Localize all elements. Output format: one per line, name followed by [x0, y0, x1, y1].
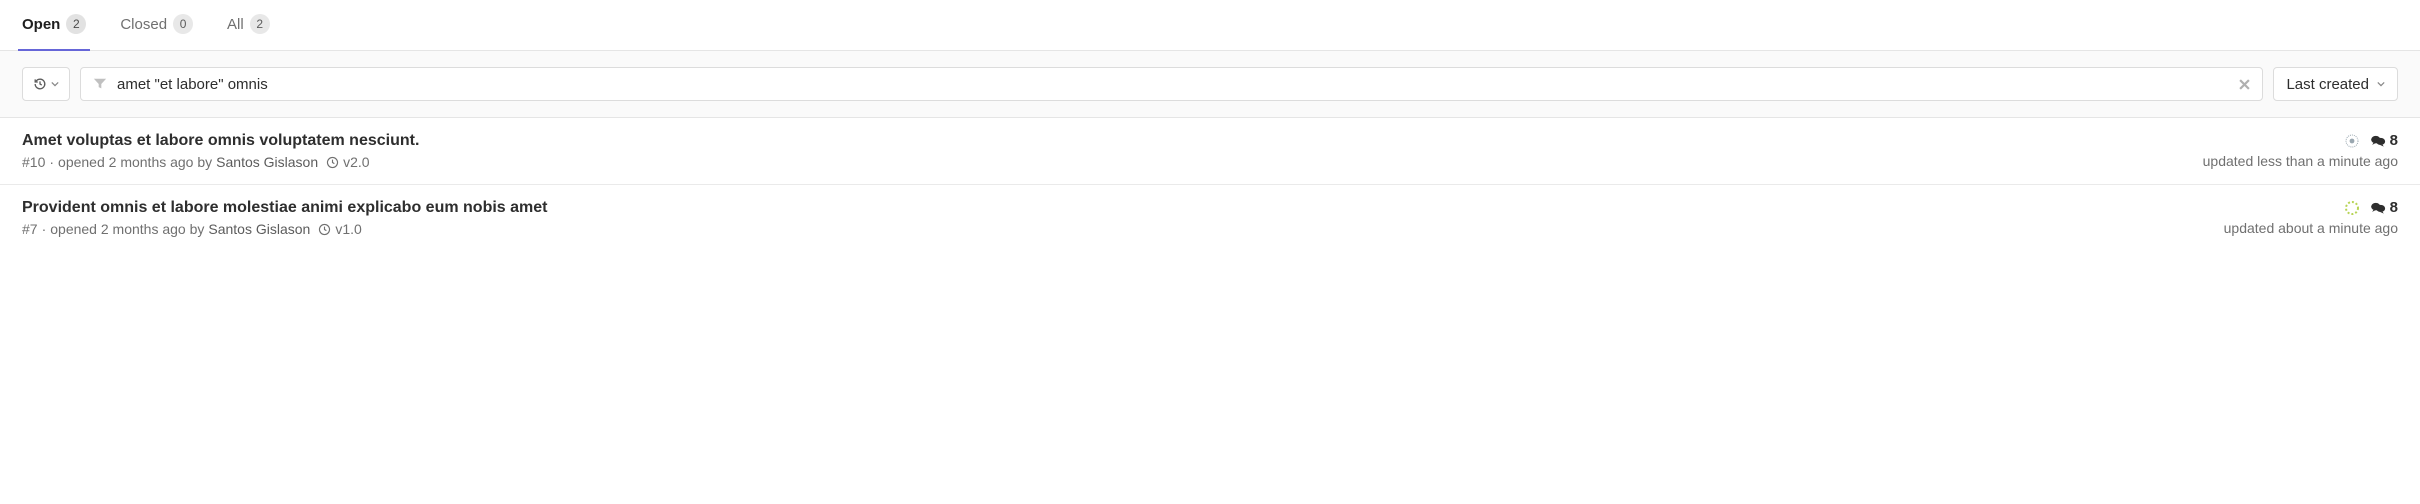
tab-open[interactable]: Open 2	[22, 0, 86, 50]
issue-ref: #7	[22, 221, 38, 237]
issue-title-link[interactable]: Provident omnis et labore molestiae anim…	[22, 199, 547, 217]
milestone-label: v1.0	[335, 221, 361, 237]
issue-milestone[interactable]: v2.0	[326, 154, 369, 170]
sort-label: Last created	[2286, 76, 2369, 93]
health-status-icon	[2344, 133, 2360, 149]
recent-searches-button[interactable]	[22, 67, 70, 101]
issue-opened-text: opened 2 months ago by	[50, 221, 204, 237]
issue-opened-text: opened 2 months ago by	[58, 154, 212, 170]
open-status-icon	[2344, 200, 2360, 216]
chevron-down-icon	[51, 80, 59, 88]
clock-icon	[326, 156, 339, 169]
search-field-wrap	[80, 67, 2263, 101]
tab-all-count: 2	[250, 14, 270, 34]
issue-row: Provident omnis et labore molestiae anim…	[0, 185, 2420, 251]
comments-icon	[2370, 201, 2386, 215]
filter-bar: Last created	[0, 51, 2420, 118]
tab-closed-label: Closed	[120, 16, 167, 33]
comments-link[interactable]: 8	[2370, 199, 2398, 216]
tabs-bar: Open 2 Closed 0 All 2	[0, 0, 2420, 51]
comments-link[interactable]: 8	[2370, 132, 2398, 149]
issue-ref: #10	[22, 154, 45, 170]
issue-updated: updated less than a minute ago	[2203, 153, 2398, 169]
search-input[interactable]	[111, 76, 2235, 93]
issue-author-link[interactable]: Santos Gislason	[208, 221, 310, 237]
tab-open-count: 2	[66, 14, 86, 34]
issue-meta: #10 · opened 2 months ago by Santos Gisl…	[22, 154, 419, 170]
issue-title-link[interactable]: Amet voluptas et labore omnis voluptatem…	[22, 132, 419, 150]
chevron-down-icon	[2377, 80, 2385, 88]
tab-closed-count: 0	[173, 14, 193, 34]
history-icon	[33, 77, 47, 91]
tab-closed[interactable]: Closed 0	[120, 0, 193, 50]
comments-count: 8	[2390, 199, 2398, 216]
sort-dropdown[interactable]: Last created	[2273, 67, 2398, 101]
issue-meta: #7 · opened 2 months ago by Santos Gisla…	[22, 221, 547, 237]
clear-search-button[interactable]	[2235, 79, 2254, 90]
clock-icon	[318, 223, 331, 236]
comments-count: 8	[2390, 132, 2398, 149]
issue-milestone[interactable]: v1.0	[318, 221, 361, 237]
issue-author-link[interactable]: Santos Gislason	[216, 154, 318, 170]
tab-all-label: All	[227, 16, 244, 33]
milestone-label: v2.0	[343, 154, 369, 170]
issue-updated: updated about a minute ago	[2224, 220, 2398, 236]
filter-icon	[89, 77, 111, 91]
tab-all[interactable]: All 2	[227, 0, 270, 50]
comments-icon	[2370, 134, 2386, 148]
tab-open-label: Open	[22, 16, 60, 33]
issue-row: Amet voluptas et labore omnis voluptatem…	[0, 118, 2420, 185]
